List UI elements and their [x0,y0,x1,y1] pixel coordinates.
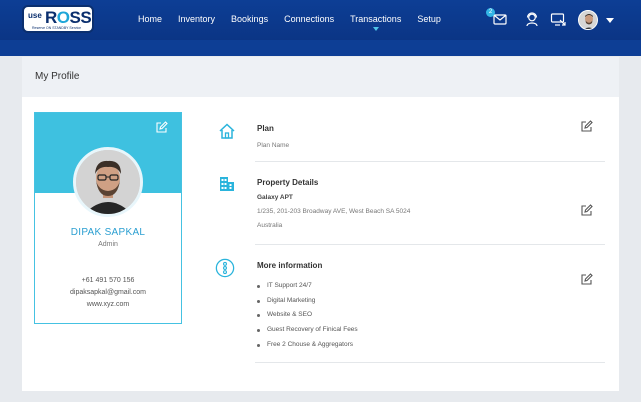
nav-bookings[interactable]: Bookings [231,14,268,28]
top-navbar: use ROSS Reserve ON STANDBY Service Home… [0,0,641,40]
logo-brand-text: ROSS [45,8,92,27]
property-name: Galaxy APT [257,194,293,201]
logo-tagline: Reserve ON STANDBY Service [32,26,82,30]
profile-phone: +61 491 570 156 [81,277,135,284]
user-avatar[interactable] [578,10,598,30]
section-divider [255,362,605,363]
list-item: Free 2 Chouse & Aggregators [257,341,353,348]
profile-photo-icon [76,150,140,214]
edit-property-icon[interactable] [580,204,593,217]
nav-setup[interactable]: Setup [417,14,441,28]
home-icon [219,123,235,139]
edit-plan-icon[interactable] [580,120,593,133]
list-item: Website & SEO [257,311,312,318]
messages-badge: 2 [486,8,495,17]
dropdown-caret-icon[interactable] [606,18,614,23]
list-item: Guest Recovery of Finical Fees [257,326,358,333]
userass-logo[interactable]: use ROSS Reserve ON STANDBY Service [22,5,94,33]
main-nav: Home Inventory Bookings Connections Tran… [138,14,457,31]
profile-role: Admin [98,241,118,248]
more-info-title: More information [257,261,323,270]
property-title: Property Details [257,178,319,187]
profile-photo [73,147,143,217]
section-divider [255,244,605,245]
support-agent-icon[interactable] [524,11,540,27]
nav-transactions[interactable]: Transactions [350,14,401,31]
profile-website[interactable]: www.xyz.com [35,301,181,308]
list-item: Digital Marketing [257,297,315,304]
profile-card: DIPAK SAPKAL Admin +61 491 570 156 dipak… [34,112,182,324]
plan-title: Plan [257,124,274,133]
more-info-icon [215,258,235,278]
property-address: 1/235, 201-203 Broadway AVE, West Beach … [257,208,411,215]
page-title: My Profile [35,71,80,82]
nav-home[interactable]: Home [138,14,162,28]
header-band [0,40,641,56]
nav-inventory[interactable]: Inventory [178,14,215,28]
edit-profile-icon[interactable] [155,121,168,134]
profile-page-card: My Profile DIPAK SAPKAL Admin +61 491 57… [22,57,619,391]
plan-value: Plan Name [257,142,290,149]
screen-share-icon[interactable] [550,11,566,27]
building-icon [220,177,234,191]
property-country: Australia [257,222,283,229]
card-header: My Profile [22,57,619,97]
user-avatar-icon [579,11,597,29]
list-item: IT Support 24/7 [257,282,312,289]
profile-name: DIPAK SAPKAL [70,227,146,238]
edit-more-info-icon[interactable] [580,273,593,286]
profile-email[interactable]: dipaksapkal@gmail.com [35,289,181,296]
active-nav-caret-icon [372,27,379,31]
nav-connections[interactable]: Connections [284,14,334,28]
logo-use-text: use [28,11,42,20]
section-divider [255,161,605,162]
